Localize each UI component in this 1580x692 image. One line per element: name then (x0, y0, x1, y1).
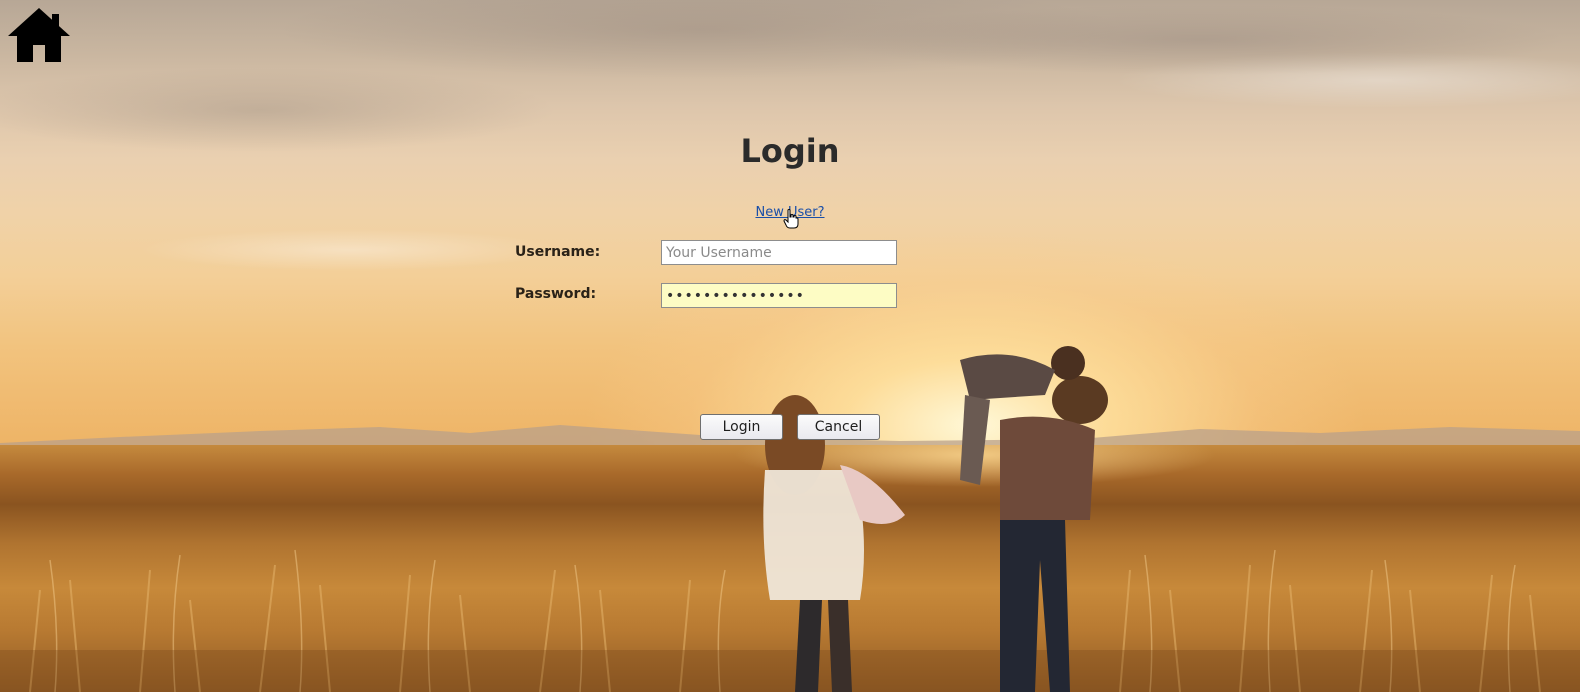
username-label: Username: (515, 244, 601, 260)
login-page: Login New User? Username: Password: Logi… (0, 0, 1580, 692)
background-family-silhouette (763, 346, 1108, 692)
home-icon (8, 8, 70, 62)
page-title: Login (740, 132, 840, 170)
new-user-link[interactable]: New User? (740, 205, 840, 220)
password-label: Password: (515, 286, 597, 302)
username-input[interactable] (661, 240, 897, 265)
password-input[interactable] (661, 283, 897, 308)
login-button[interactable]: Login (700, 414, 783, 440)
cancel-button[interactable]: Cancel (797, 414, 880, 440)
home-button[interactable] (6, 6, 72, 64)
